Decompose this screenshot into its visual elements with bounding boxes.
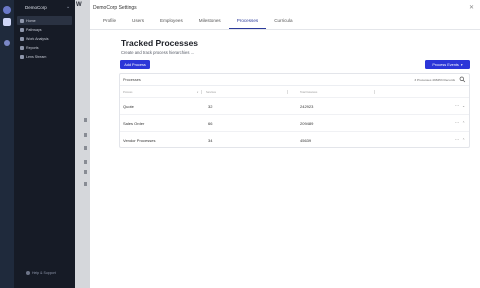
settings-modal: DemoCorp Settings ✕ Profile Users Employ… <box>90 0 480 288</box>
services-count: 66 <box>208 121 213 126</box>
process-name: Sales Order <box>123 121 145 126</box>
more-options-icon[interactable]: ⋯ <box>455 137 459 142</box>
help-support-link[interactable]: Help & Support <box>26 271 56 276</box>
chart-icon <box>20 36 24 41</box>
pathways-icon <box>20 27 24 32</box>
table-record-count: 3 Processes 498453 Records <box>414 78 455 82</box>
background-marker <box>84 146 87 150</box>
sidebar-nav: Home Pathways Work Analysis Reports Lens… <box>14 16 75 61</box>
chevron-up-icon[interactable]: ⌃ <box>462 121 465 125</box>
instances-count: 45639 <box>300 138 312 143</box>
sidebar-item-lens-stream[interactable]: Lens Stream <box>14 52 75 61</box>
column-divider <box>287 90 288 94</box>
background-marker <box>84 118 87 122</box>
background-marker <box>84 160 87 164</box>
page-subtitle: Create and track process hierarchies ... <box>121 50 195 55</box>
chevron-up-icon[interactable]: ⌃ <box>462 138 465 142</box>
search-icon[interactable] <box>459 76 466 83</box>
sidebar-item-reports[interactable]: Reports <box>14 43 75 52</box>
table-row[interactable]: Vendor Processes 34 45639 ⋯ ⌃ <box>120 131 469 148</box>
process-events-label: Process Events <box>432 62 459 67</box>
chevron-down-icon[interactable]: ⌄ <box>66 4 70 10</box>
home-icon <box>20 18 24 23</box>
sidebar-item-label: Reports <box>26 45 39 50</box>
tab-processes[interactable]: Processes <box>228 15 267 29</box>
chevron-down-icon[interactable]: ⌄ <box>462 104 465 108</box>
background-page-title: W <box>76 2 82 8</box>
sidebar: DemoCorp ⌄ Home Pathways Work Analysis R… <box>14 0 75 288</box>
services-count: 34 <box>208 138 213 143</box>
chevron-down-icon: ▾ <box>460 62 463 67</box>
process-name: Vendor Processes <box>123 138 156 143</box>
column-header-instances[interactable]: Total Instances <box>300 91 317 94</box>
tabs-divider <box>90 29 480 30</box>
add-process-button[interactable]: Add Process <box>120 60 150 69</box>
instances-count: 209489 <box>300 121 314 126</box>
help-icon <box>26 271 30 276</box>
more-options-icon[interactable]: ⋯ <box>455 103 459 108</box>
settings-tabs: Profile Users Employees Milestones Proce… <box>95 15 301 29</box>
icon-rail <box>0 0 14 288</box>
page-title: Tracked Processes <box>121 38 199 48</box>
add-process-label: Add Process <box>124 62 146 67</box>
table-header: Processes 3 Processes 498453 Records <box>120 74 469 86</box>
instances-count: 242923 <box>300 104 314 109</box>
rail-collapse-icon[interactable] <box>4 40 10 46</box>
tab-employees[interactable]: Employees <box>152 15 191 29</box>
tab-users[interactable]: Users <box>124 15 152 29</box>
column-divider <box>201 90 202 94</box>
filter-icon[interactable]: ▾ <box>197 91 198 94</box>
tab-profile[interactable]: Profile <box>95 15 124 29</box>
help-label: Help & Support <box>32 271 56 275</box>
background-marker <box>84 182 87 186</box>
sidebar-item-label: Pathways <box>26 27 42 32</box>
report-icon <box>20 45 24 50</box>
column-header-process[interactable]: Process <box>123 91 132 94</box>
process-events-button[interactable]: Process Events ▾ <box>425 60 470 69</box>
table-row[interactable]: Sales Order 66 209489 ⋯ ⌃ <box>120 114 469 131</box>
sidebar-item-label: Home <box>26 18 36 23</box>
background-marker <box>84 133 87 137</box>
process-name: Quote <box>123 104 134 109</box>
services-count: 32 <box>208 104 213 109</box>
more-options-icon[interactable]: ⋯ <box>455 120 459 125</box>
tab-curricula[interactable]: Curricula <box>266 15 300 29</box>
app-logo-icon[interactable] <box>3 6 11 14</box>
close-icon[interactable]: ✕ <box>469 4 474 11</box>
workspace-icon[interactable] <box>3 18 11 26</box>
column-divider <box>374 90 375 94</box>
stream-icon <box>20 54 24 59</box>
sidebar-item-work-analysis[interactable]: Work Analysis <box>14 34 75 43</box>
table-label: Processes <box>123 78 141 82</box>
sidebar-item-label: Work Analysis <box>26 36 49 41</box>
org-name[interactable]: DemoCorp <box>25 5 47 10</box>
background-marker <box>84 170 87 174</box>
sidebar-item-home[interactable]: Home <box>17 16 72 25</box>
column-headers: Process ▾ Services Total Instances <box>120 87 469 97</box>
sidebar-item-pathways[interactable]: Pathways <box>14 25 75 34</box>
processes-table: Processes 3 Processes 498453 Records Pro… <box>119 73 470 148</box>
column-header-services[interactable]: Services <box>206 91 216 94</box>
background-page: W <box>75 0 90 288</box>
tab-milestones[interactable]: Milestones <box>191 15 229 29</box>
table-row[interactable]: Quote 32 242923 ⋯ ⌄ <box>120 97 469 114</box>
sidebar-item-label: Lens Stream <box>26 54 47 59</box>
modal-title: DemoCorp Settings <box>93 5 137 11</box>
